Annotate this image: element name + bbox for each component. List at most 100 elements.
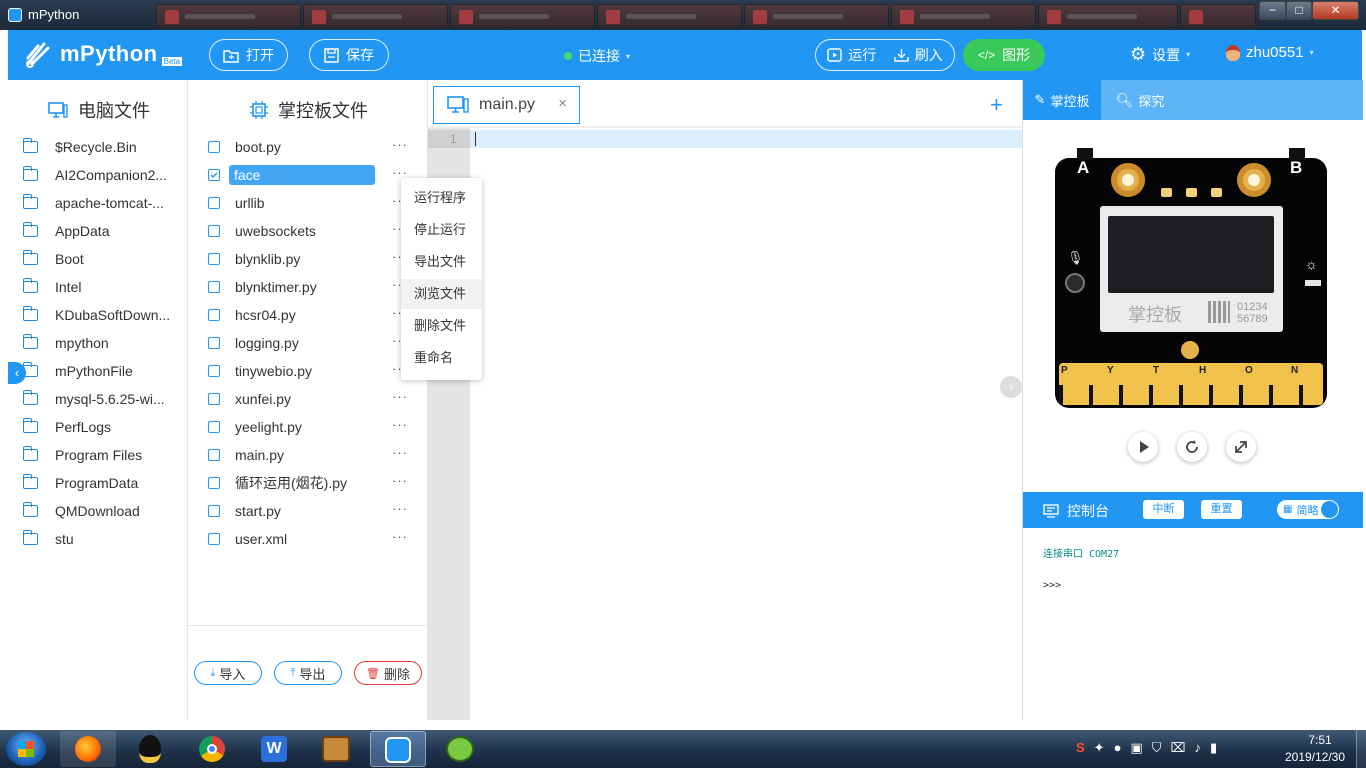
taskbar-firefox[interactable]	[60, 731, 116, 767]
more-options-icon[interactable]: ···	[392, 417, 408, 432]
folder-item[interactable]: stu	[22, 527, 74, 551]
folder-item[interactable]: Boot	[22, 247, 84, 271]
file-checkbox[interactable]	[208, 169, 220, 181]
taskbar-qq[interactable]	[122, 731, 178, 767]
board-file-item[interactable]: tinywebio.py ···	[208, 359, 408, 383]
taskbar-wps[interactable]: W	[246, 731, 302, 767]
more-options-icon[interactable]: ···	[392, 137, 408, 152]
taskbar-frog[interactable]	[432, 731, 488, 767]
file-checkbox[interactable]	[208, 393, 220, 405]
context-menu-item[interactable]: 停止运行	[401, 215, 482, 245]
import-button[interactable]: ⤓ 导入	[194, 661, 262, 685]
simple-toggle[interactable]: ▦ 简略	[1277, 500, 1339, 519]
folder-item[interactable]: Program Files	[22, 443, 142, 467]
folder-item[interactable]: ProgramData	[22, 471, 138, 495]
context-menu-item[interactable]: 删除文件	[401, 311, 482, 341]
file-checkbox[interactable]	[208, 505, 220, 517]
file-checkbox[interactable]	[208, 421, 220, 433]
maximize-button[interactable]: □	[1286, 1, 1312, 20]
context-menu-item[interactable]: 导出文件	[401, 247, 482, 277]
volume-icon[interactable]: ♪	[1194, 740, 1201, 756]
blocks-button[interactable]: </> 图形	[963, 39, 1045, 71]
tab-main-py[interactable]: main.py ×	[433, 86, 580, 124]
folder-item[interactable]: QMDownload	[22, 499, 140, 523]
qq-tray-icon[interactable]: ●	[1114, 740, 1122, 756]
board-file-item[interactable]: logging.py ···	[208, 331, 408, 355]
play-button[interactable]	[1128, 432, 1158, 462]
folder-item[interactable]: mPythonFile	[22, 359, 133, 383]
folder-item[interactable]: PerfLogs	[22, 415, 111, 439]
settings-menu[interactable]: ⚙ 设置 ▾	[1130, 44, 1190, 65]
more-options-icon[interactable]: ···	[392, 529, 408, 544]
network-app-icon[interactable]: ✦	[1094, 740, 1105, 756]
board-file-item[interactable]: face ···	[208, 163, 408, 187]
context-menu-item[interactable]: 重命名	[401, 343, 482, 373]
file-checkbox[interactable]	[208, 141, 220, 153]
context-menu-item[interactable]: 浏览文件	[401, 279, 482, 309]
minimize-button[interactable]: −	[1259, 1, 1286, 20]
save-button[interactable]: 保存	[309, 39, 389, 71]
board-file-item[interactable]: urllib ···	[208, 191, 408, 215]
file-checkbox[interactable]	[208, 533, 220, 545]
active-line[interactable]	[428, 130, 1022, 148]
user-menu[interactable]: zhu0551 ▾	[1226, 44, 1314, 61]
folder-item[interactable]: Intel	[22, 275, 81, 299]
background-tab[interactable]	[1038, 4, 1178, 28]
folder-item[interactable]: KDubaSoftDown...	[22, 303, 170, 327]
file-checkbox[interactable]	[208, 309, 220, 321]
app-tray-icon[interactable]: ▣	[1130, 740, 1142, 756]
file-checkbox[interactable]	[208, 477, 220, 489]
open-button[interactable]: 打开	[209, 39, 288, 71]
taskbar-tool[interactable]	[308, 731, 364, 767]
file-checkbox[interactable]	[208, 449, 220, 461]
background-tab[interactable]	[891, 4, 1036, 28]
folder-item[interactable]: AppData	[22, 219, 109, 243]
taskbar-chrome[interactable]	[184, 731, 240, 767]
reset-button[interactable]	[1177, 432, 1207, 462]
close-tab-icon[interactable]: ×	[558, 95, 567, 112]
folder-item[interactable]: mysql-5.6.25-wi...	[22, 387, 165, 411]
close-button[interactable]: ✕	[1312, 1, 1359, 20]
run-button[interactable]: 运行	[827, 45, 876, 65]
file-checkbox[interactable]	[208, 365, 220, 377]
file-checkbox[interactable]	[208, 281, 220, 293]
usb-icon[interactable]: ⌧	[1171, 740, 1186, 756]
file-checkbox[interactable]	[208, 197, 220, 209]
fullscreen-button[interactable]	[1226, 432, 1256, 462]
board-file-item[interactable]: user.xml ···	[208, 527, 408, 551]
show-desktop-button[interactable]	[1356, 730, 1366, 768]
file-checkbox[interactable]	[208, 337, 220, 349]
board-file-item[interactable]: uwebsockets ···	[208, 219, 408, 243]
file-checkbox[interactable]	[208, 253, 220, 265]
file-checkbox[interactable]	[208, 225, 220, 237]
board-file-item[interactable]: xunfei.py ···	[208, 387, 408, 411]
background-tab[interactable]	[744, 4, 889, 28]
board-file-item[interactable]: main.py ···	[208, 443, 408, 467]
folder-item[interactable]: $Recycle.Bin	[22, 135, 137, 159]
flash-button[interactable]: 刷入	[894, 45, 943, 65]
background-tab[interactable]	[156, 4, 301, 28]
expand-right-button[interactable]: ›	[1000, 376, 1022, 398]
start-button[interactable]	[6, 732, 46, 766]
folder-item[interactable]: mpython	[22, 331, 109, 355]
add-tab-button[interactable]: +	[990, 92, 1003, 118]
background-tab[interactable]	[303, 4, 448, 28]
shield-icon[interactable]: ⛉	[1152, 740, 1162, 756]
touch-pad[interactable]	[1111, 163, 1145, 197]
background-tab[interactable]	[1180, 4, 1256, 28]
more-options-icon[interactable]: ···	[392, 389, 408, 404]
board-file-item[interactable]: start.py ···	[208, 499, 408, 523]
export-button[interactable]: ⤒ 导出	[274, 661, 342, 685]
more-options-icon[interactable]: ···	[392, 445, 408, 460]
board-file-item[interactable]: blynktimer.py ···	[208, 275, 408, 299]
more-options-icon[interactable]: ···	[392, 501, 408, 516]
board-file-item[interactable]: blynklib.py ···	[208, 247, 408, 271]
tab-explore[interactable]: 🔍︎ 探究	[1101, 80, 1179, 120]
taskbar-mpython[interactable]	[370, 731, 426, 767]
delete-button[interactable]: 🗑 删除	[354, 661, 422, 685]
connection-status[interactable]: 已连接 ▾	[564, 46, 630, 66]
signal-icon[interactable]: ▮	[1210, 740, 1217, 756]
console-reset-button[interactable]: 重置	[1201, 500, 1242, 519]
sogou-icon[interactable]: S	[1076, 740, 1085, 756]
context-menu-item[interactable]: 运行程序	[401, 183, 482, 213]
